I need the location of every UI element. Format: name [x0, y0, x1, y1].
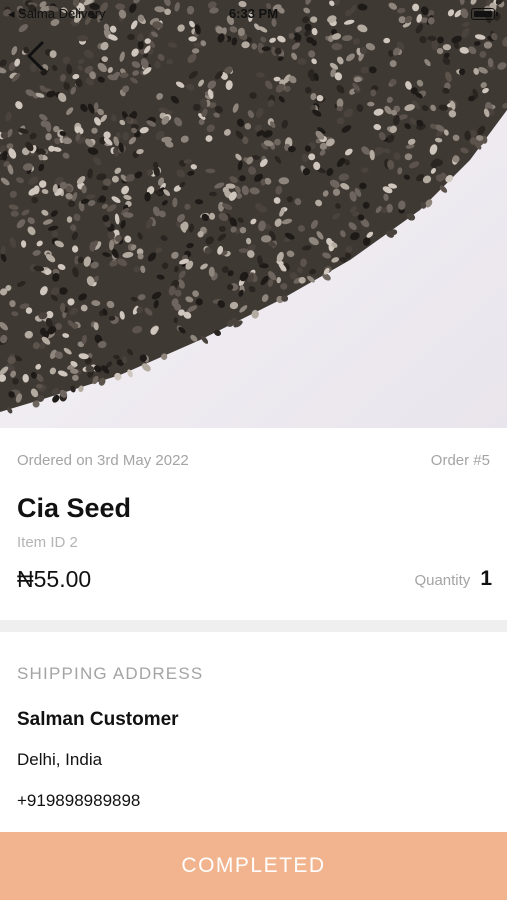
item-id: Item ID 2	[17, 534, 78, 551]
order-info-card: Ordered on 3rd May 2022 Order #5 Cia See…	[0, 428, 507, 620]
product-name: Cia Seed	[17, 493, 132, 523]
quantity-value: 1	[480, 567, 492, 590]
order-status-button[interactable]: COMPLETED	[0, 832, 507, 900]
section-divider	[0, 620, 507, 632]
product-price: ₦55.00	[17, 566, 92, 592]
shipping-address-section: SHIPPING ADDRESS Salman Customer Delhi, …	[0, 632, 507, 832]
product-image	[0, 0, 507, 428]
quantity-label: Quantity	[414, 572, 471, 589]
status-bar: ◂ Salma Delivery 6:33 PM	[0, 0, 507, 28]
battery-icon	[471, 8, 498, 20]
quantity: Quantity 1	[414, 567, 492, 591]
back-button[interactable]	[20, 38, 56, 74]
order-number: Order #5	[430, 452, 490, 469]
clock: 6:33 PM	[228, 6, 279, 21]
shipping-heading: SHIPPING ADDRESS	[17, 664, 204, 683]
customer-phone: +919898989898	[17, 791, 141, 810]
customer-city: Delhi, India	[17, 750, 103, 769]
customer-name: Salman Customer	[17, 709, 179, 730]
order-date: Ordered on 3rd May 2022	[17, 452, 189, 469]
chevron-left-icon	[27, 41, 44, 71]
chia-seeds-image	[0, 0, 507, 428]
